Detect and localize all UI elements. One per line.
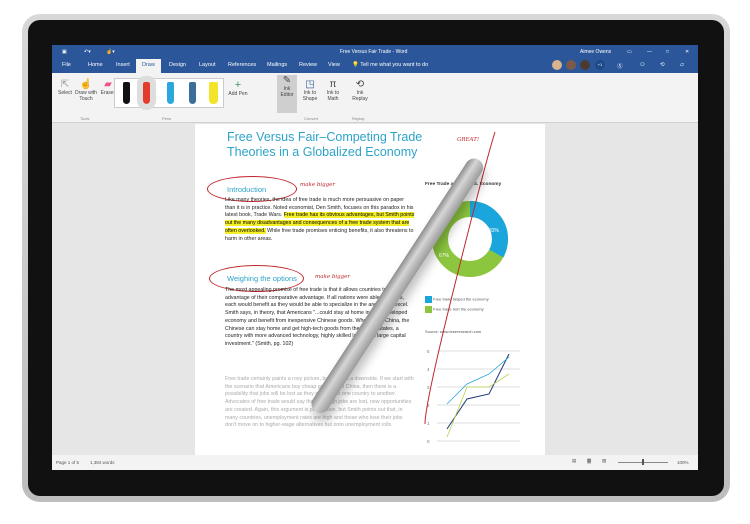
ink-note: make bigger	[315, 274, 351, 280]
draw-touch-label: Draw with Touch	[75, 90, 97, 102]
zoom-level[interactable]: 100%	[677, 460, 689, 465]
maximize-button[interactable]: □	[666, 49, 669, 55]
group-convert: Convert	[304, 116, 319, 121]
tab-view[interactable]: View	[328, 62, 340, 68]
print-layout-icon[interactable]: ▦	[587, 458, 592, 464]
tab-mailings[interactable]: Mailings	[267, 62, 287, 68]
lightbulb-icon: 💡	[352, 62, 359, 68]
highlighter-yellow[interactable]	[209, 82, 218, 104]
ink-math-label: Ink to Math	[326, 90, 340, 102]
share-icon[interactable]: ⚇	[640, 62, 645, 68]
paragraph-intro: Like many theories, the idea of free tra…	[225, 197, 415, 243]
close-button[interactable]: ✕	[685, 49, 689, 55]
ribbon-display-icon[interactable]: ▭	[627, 49, 632, 55]
tab-review[interactable]: Review	[299, 62, 317, 68]
tab-insert[interactable]: Insert	[116, 62, 130, 68]
touch-draw-icon: ☝	[79, 79, 93, 90]
read-mode-icon[interactable]: ▤	[572, 458, 576, 464]
select-label: Select	[58, 90, 72, 96]
history-icon[interactable]: ⟲	[660, 62, 665, 68]
tell-me-text: Tell me what you want to do	[360, 62, 429, 68]
skype-icon[interactable]: Ⓢ	[617, 62, 623, 70]
pen-red-selected[interactable]	[137, 76, 156, 110]
tab-design[interactable]: Design	[169, 62, 186, 68]
avatar[interactable]	[566, 60, 576, 70]
ink-editor-label: Ink Editor	[280, 86, 294, 98]
ink-editor-icon: ✎	[282, 75, 292, 86]
tab-layout[interactable]: Layout	[199, 62, 216, 68]
ink-editor-button[interactable]: ✎ Ink Editor	[277, 75, 297, 113]
ink-note: make bigger	[300, 182, 336, 188]
ribbon-tabs: File Home Insert Draw Design Layout Refe…	[52, 58, 698, 73]
more-coauthors-badge[interactable]: +1	[595, 60, 605, 70]
tab-home[interactable]: Home	[88, 62, 103, 68]
tab-references[interactable]: References	[228, 62, 256, 68]
cursor-icon: ⇱	[60, 79, 70, 90]
undo-icon[interactable]: ↶▾	[84, 49, 91, 55]
user-name[interactable]: Aimee Owens	[580, 49, 611, 55]
pen-blue[interactable]	[167, 82, 174, 104]
window-title: Free Versus Fair Trade - Word	[340, 49, 408, 55]
group-pens: Pens	[162, 116, 172, 121]
tab-draw[interactable]: Draw	[136, 59, 161, 73]
group-tools: Tools	[80, 116, 90, 121]
comments-icon[interactable]: ▱	[680, 62, 684, 68]
status-bar: Page 1 of 5 1,384 words ▤ ▦ ▧ 100%	[52, 455, 698, 470]
pen-galaxy[interactable]	[189, 82, 196, 104]
word-window: ▣ ↶▾ ☝▾ Free Versus Fair Trade - Word Ai…	[52, 45, 698, 470]
web-layout-icon[interactable]: ▧	[602, 458, 606, 464]
group-replay: Replay	[352, 116, 365, 121]
document-page[interactable]: Free Versus Fair–Competing Trade Theorie…	[195, 124, 545, 455]
draw-with-touch-button[interactable]: ☝ Draw with Touch	[74, 79, 98, 102]
touch-mode-icon[interactable]: ☝▾	[106, 49, 115, 55]
tell-me-search[interactable]: 💡 Tell me what you want to do	[352, 62, 428, 68]
page-count[interactable]: Page 1 of 5	[56, 460, 79, 465]
avatar[interactable]	[552, 60, 562, 70]
minimize-button[interactable]: —	[647, 49, 652, 55]
avatar[interactable]	[580, 60, 590, 70]
ink-to-shape-button[interactable]: ◳ Ink to Shape	[300, 79, 320, 102]
sidebar-charts: Free Trade and the U.S. Economy 33% 67% …	[424, 124, 545, 455]
shape-icon: ◳	[305, 79, 315, 90]
select-button[interactable]: ⇱ Select	[56, 79, 74, 96]
ink-replay-button[interactable]: ⟲ Ink Replay	[350, 79, 370, 102]
word-count[interactable]: 1,384 words	[90, 460, 115, 465]
pen-gallery	[114, 76, 224, 110]
add-pen-label: Add Pen	[228, 91, 248, 97]
title-bar: ▣ ↶▾ ☝▾ Free Versus Fair Trade - Word Ai…	[52, 45, 698, 58]
plus-icon: +	[234, 79, 242, 91]
ink-replay-label: Ink Replay	[352, 90, 368, 102]
save-icon[interactable]: ▣	[62, 49, 67, 55]
zoom-slider-thumb[interactable]	[642, 459, 644, 465]
add-pen-button[interactable]: + Add Pen	[228, 79, 248, 97]
ribbon-draw: ⇱ Select ☝ Draw with Touch ▰ Eraser + Add Pe…	[52, 73, 698, 123]
replay-icon: ⟲	[355, 79, 365, 90]
pi-icon: π	[329, 79, 337, 90]
pen-black[interactable]	[123, 82, 130, 104]
tab-file[interactable]: File	[62, 62, 71, 68]
ink-shape-label: Ink to Shape	[302, 90, 318, 102]
ink-to-math-button[interactable]: π Ink to Math	[323, 79, 343, 102]
